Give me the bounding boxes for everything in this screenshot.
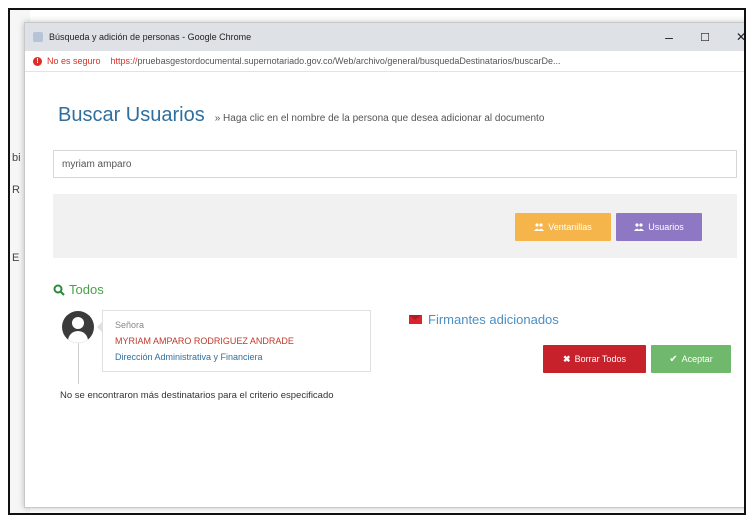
results-filter-label: Todos [69, 282, 104, 297]
results-header: Todos [53, 282, 104, 297]
avatar-head [72, 317, 84, 329]
checkmark-icon: ✔ [669, 353, 678, 365]
search-input[interactable] [53, 150, 737, 178]
page-content: Buscar Usuarios » Haga clic en el nombre… [25, 72, 744, 507]
popup-window: Búsqueda y adición de personas - Google … [24, 22, 744, 508]
page-hint: » Haga clic en el nombre de la persona q… [214, 113, 545, 124]
envelope-icon [409, 315, 422, 324]
close-button[interactable]: ✕ [723, 23, 744, 51]
url-protocol: https:// [110, 56, 138, 66]
minimize-button[interactable]: – [651, 23, 687, 51]
person-department: Dirección Administrativa y Financiera [115, 352, 263, 362]
clear-all-button[interactable]: ✖ Borrar Todos [543, 345, 646, 373]
person-name-link[interactable]: MYRIAM AMPARO RODRIGUEZ ANDRADE [115, 336, 294, 346]
window-title: Búsqueda y adición de personas - Google … [49, 32, 252, 42]
address-bar[interactable]: ! No es seguro https:// pruebasgestordoc… [25, 51, 744, 72]
avatar-body [68, 331, 88, 343]
users-icon [634, 223, 645, 231]
usuarios-label: Usuarios [648, 222, 684, 232]
maximize-button[interactable]: ☐ [687, 23, 723, 51]
ventanillas-button[interactable]: Ventanillas [515, 213, 611, 241]
app-icon [33, 32, 43, 42]
person-salutation: Señora [115, 320, 145, 330]
clear-all-label: Borrar Todos [574, 354, 626, 364]
title-bar[interactable]: Búsqueda y adición de personas - Google … [25, 23, 744, 51]
accept-button[interactable]: ✔ Aceptar [651, 345, 731, 373]
avatar [62, 311, 94, 343]
screenshot-frame: bi R E Búsqueda y adición de personas - … [8, 8, 746, 515]
not-secure-label[interactable]: No es seguro [47, 56, 101, 66]
background-letter: R [12, 184, 20, 196]
no-more-results-message: No se encontraron más destinatarios para… [60, 390, 334, 401]
page-title: Buscar Usuarios [58, 104, 205, 126]
warning-icon: ! [33, 56, 42, 66]
usuarios-button[interactable]: Usuarios [616, 213, 702, 241]
page-heading: Buscar Usuarios » Haga clic en el nombre… [58, 104, 544, 127]
background-letter: bi [12, 152, 21, 164]
ventanillas-label: Ventanillas [548, 222, 592, 232]
search-icon [53, 284, 65, 296]
background-letter: E [12, 252, 20, 264]
accept-label: Aceptar [681, 354, 713, 364]
window-controls: – ☐ ✕ [651, 23, 744, 51]
users-icon [534, 223, 545, 231]
x-icon: ✖ [563, 353, 571, 364]
firmantes-header: Firmantes adicionados [409, 312, 559, 327]
person-result-card[interactable]: Señora MYRIAM AMPARO RODRIGUEZ ANDRADE D… [97, 310, 371, 372]
url-text: pruebasgestordocumental.supernotariado.g… [137, 56, 561, 66]
firmantes-title: Firmantes adicionados [428, 312, 559, 327]
